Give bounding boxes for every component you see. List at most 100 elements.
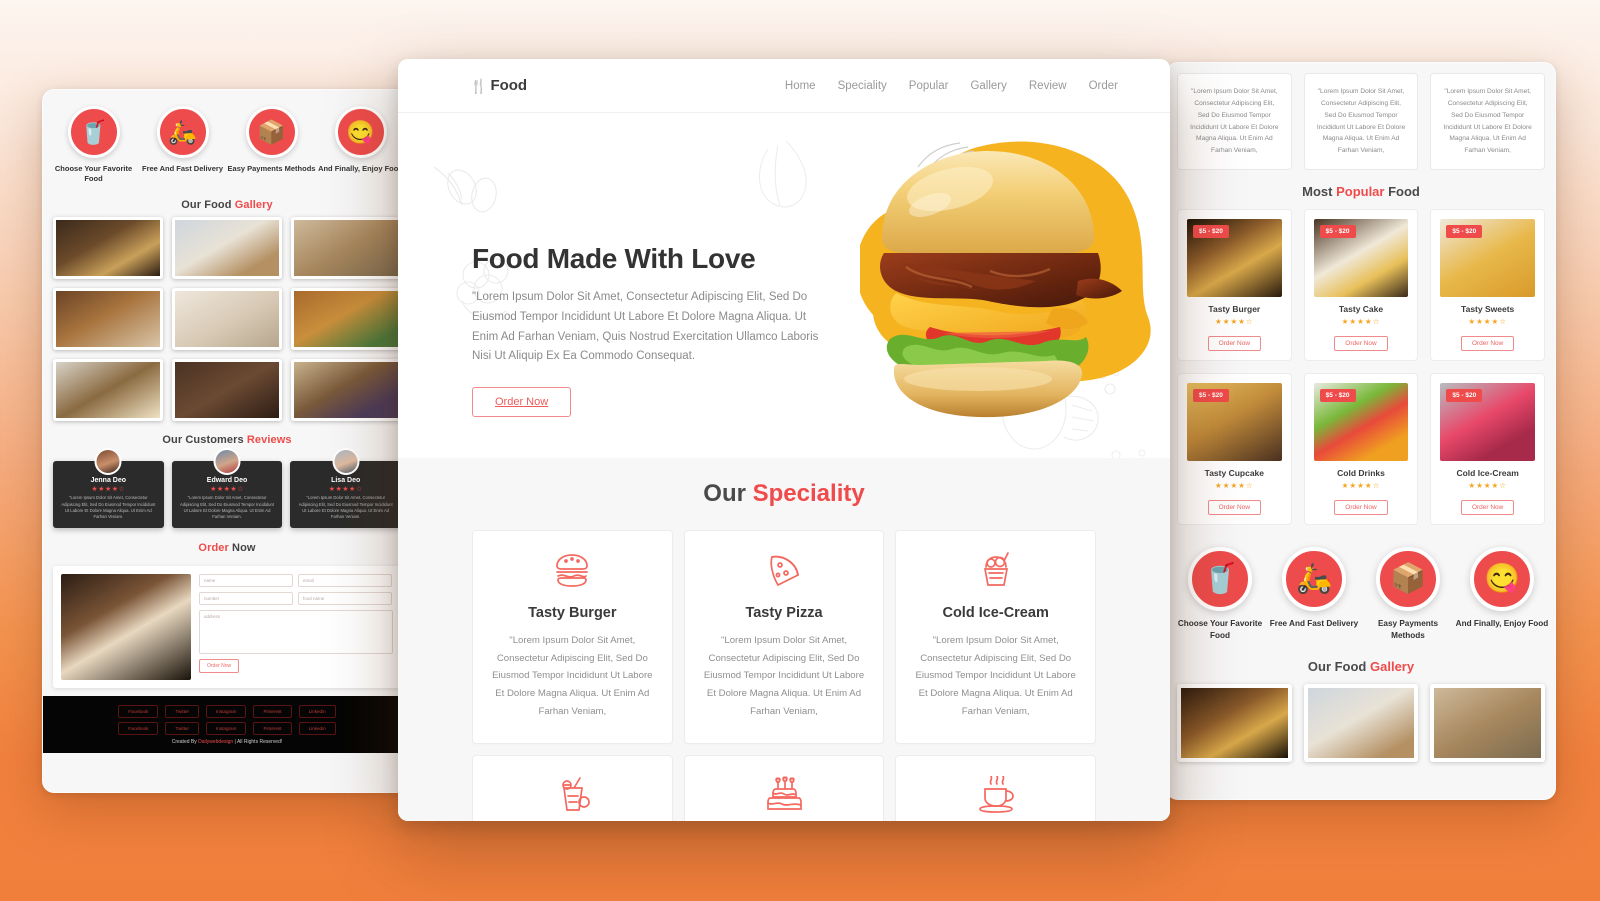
service-item[interactable]: 🥤 Choose Your Favorite Food [49, 106, 138, 184]
product-card[interactable]: $5 - $20 Cold Ice-Cream ★★★★☆ Order Now [1430, 373, 1545, 526]
name-field[interactable]: name [199, 574, 293, 588]
speciality-card-healty-breakfast[interactable]: Healty Breakfast "Lorem Ipsum Dolor Sit … [895, 754, 1096, 821]
review-card: Edward Deo ★★★★☆ "Lorem Ipsum Dolor Sit … [171, 448, 283, 529]
left-reviews-row: Jenna Deo ★★★★☆ "Lorem Ipsum Dolor Sit A… [43, 448, 411, 529]
icon-glyph: 🛵 [168, 118, 197, 145]
social-link-linkedin[interactable]: Linkedin [298, 722, 336, 736]
gallery-thumb[interactable] [1177, 684, 1292, 763]
order-submit-button[interactable]: Order Now [199, 659, 240, 674]
brand-logo[interactable]: 🍴 Food [470, 77, 527, 94]
service-label: Choose Your Favorite Food [1177, 619, 1263, 640]
order-now-button[interactable]: Order Now [1207, 336, 1262, 352]
gallery-thumb[interactable] [172, 217, 282, 280]
speciality-text: "Lorem Ipsum Dolor Sit Amet, Consectetur… [492, 635, 653, 717]
nav-item-gallery[interactable]: Gallery [970, 80, 1006, 92]
coffee-cup-icon [912, 774, 1079, 820]
delivery-scooter-icon: 🛵 [1282, 547, 1346, 612]
social-link-twitter[interactable]: Twitter [165, 705, 199, 719]
left-gallery-heading: Our Food Gallery [43, 190, 411, 217]
gallery-thumb[interactable] [172, 288, 282, 351]
service-item[interactable]: 😋 And Finally, Enjoy Food [1455, 547, 1549, 641]
avatar [332, 448, 360, 476]
product-card[interactable]: $5 - $20 Tasty Cupcake ★★★★☆ Order Now [1177, 373, 1292, 526]
sweets-photo: $5 - $20 [1440, 219, 1535, 298]
decorative-crumbs [1111, 449, 1146, 458]
food-name-field[interactable]: food name [298, 592, 392, 606]
product-name: Tasty Sweets [1461, 304, 1515, 315]
nav-item-speciality[interactable]: Speciality [838, 80, 887, 92]
speciality-text: "Lorem Ipsum Dolor Sit Amet, Consectetur… [703, 635, 865, 717]
speciality-card-tasty-pizza[interactable]: Tasty Pizza "Lorem Ipsum Dolor Sit Amet,… [683, 530, 885, 744]
left-gallery-grid [43, 217, 411, 422]
social-link-instagram[interactable]: Instagram [206, 722, 247, 736]
speciality-card[interactable]: "Lorem Ipsum Dolor Sit Amet, Consectetur… [1177, 73, 1292, 171]
service-item[interactable]: 🥤 Choose Your Favorite Food [1173, 547, 1267, 641]
social-link-pinterest[interactable]: Pinterest [253, 705, 292, 719]
speciality-card-cold-drinks[interactable]: Cold Drinks "Lorem Ipsum Dolor Sit Amet,… [472, 754, 673, 821]
rating-stars: ★★★★☆ [1468, 481, 1507, 491]
main-nav: Home Speciality Popular Gallery Review O… [785, 80, 1118, 92]
review-name: Jenna Deo [90, 477, 127, 485]
brand-name: Food [490, 77, 528, 94]
gallery-thumb[interactable] [291, 359, 401, 422]
speciality-card-tasty-sweets[interactable]: Tasty Sweets "Lorem Ipsum Dolor Sit Amet… [683, 754, 885, 821]
foreground-browser-window[interactable]: 🍴 Food Home Speciality Popular Gallery R… [398, 59, 1170, 821]
social-link-linkedin[interactable]: Linkedin [298, 705, 336, 719]
social-link-pinterest[interactable]: Pinterest [253, 722, 292, 736]
background-window-right[interactable]: "Lorem Ipsum Dolor Sit Amet, Consectetur… [1166, 62, 1556, 800]
gallery-thumb[interactable] [291, 217, 401, 280]
price-badge: $5 - $20 [1446, 389, 1483, 403]
gallery-thumb[interactable] [1430, 684, 1545, 763]
order-now-button[interactable]: Order Now [1207, 500, 1262, 516]
order-now-button[interactable]: Order Now [1460, 336, 1515, 352]
service-item[interactable]: 📦 Easy Payments Methods [1361, 547, 1455, 641]
order-now-button[interactable]: Order Now [1334, 500, 1388, 516]
social-link-twitter[interactable]: Twitter [165, 722, 199, 736]
product-card[interactable]: $5 - $20 Cold Drinks ★★★★☆ Order Now [1303, 373, 1419, 526]
nav-item-order[interactable]: Order [1089, 80, 1118, 92]
service-label: And Finally, Enjoy Food [318, 164, 403, 173]
nav-item-popular[interactable]: Popular [909, 80, 949, 92]
gallery-thumb[interactable] [53, 217, 163, 280]
service-item[interactable]: 😋 And Finally, Enjoy Food [316, 106, 405, 184]
footer-credit: Created By Dailywebdesign | All Rights R… [53, 739, 401, 745]
service-item[interactable]: 🛵 Free And Fast Delivery [138, 106, 227, 184]
email-field[interactable]: email [298, 574, 392, 588]
speciality-card[interactable]: "Lorem Ipsum Dolor Sit Amet, Consectetur… [1303, 73, 1419, 171]
speciality-card[interactable]: "Lorem Ipsum Dolor Sit Amet, Consectetur… [1430, 73, 1546, 171]
left-services-row: 🥤 Choose Your Favorite Food 🛵 Free And F… [43, 90, 411, 190]
product-card[interactable]: $5 - $20 Tasty Sweets ★★★★☆ Order Now [1430, 209, 1545, 362]
gallery-thumb[interactable] [172, 359, 282, 422]
pizza-icon [701, 551, 868, 595]
number-field[interactable]: number [199, 592, 293, 606]
address-field[interactable]: address [199, 610, 393, 655]
order-now-button[interactable]: Order Now [1460, 500, 1515, 516]
social-link-facebook[interactable]: Facebook [118, 705, 159, 719]
delivery-scooter-icon: 🛵 [156, 106, 209, 158]
nav-item-review[interactable]: Review [1029, 80, 1067, 92]
order-now-button[interactable]: Order Now [1334, 336, 1388, 352]
credit-brand[interactable]: Dailywebdesign [198, 739, 233, 745]
gallery-thumb[interactable] [53, 359, 163, 422]
right-gallery-grid [1167, 684, 1555, 763]
nav-item-home[interactable]: Home [785, 80, 816, 92]
review-card: Lisa Deo ★★★★☆ "Lorem Ipsum Dolor Sit Am… [290, 448, 402, 529]
gallery-thumb[interactable] [53, 288, 163, 351]
service-item[interactable]: 📦 Easy Payments Methods [227, 106, 316, 184]
social-link-instagram[interactable]: Instagram [206, 705, 247, 719]
product-card[interactable]: $5 - $20 Tasty Cake ★★★★☆ Order Now [1303, 209, 1419, 362]
product-name: Tasty Cupcake [1204, 468, 1265, 479]
social-link-facebook[interactable]: Facebook [118, 722, 159, 736]
gallery-thumb[interactable] [291, 288, 401, 351]
product-card[interactable]: $5 - $20 Tasty Burger ★★★★☆ Order Now [1177, 209, 1292, 362]
avatar [94, 448, 122, 476]
person-eating-icon: 😋 [334, 106, 387, 158]
review-card: Jenna Deo ★★★★☆ "Lorem Ipsum Dolor Sit A… [53, 448, 164, 529]
service-item[interactable]: 🛵 Free And Fast Delivery [1267, 547, 1361, 641]
gallery-thumb[interactable] [1303, 684, 1419, 763]
speciality-card-tasty-burger[interactable]: Tasty Burger "Lorem Ipsum Dolor Sit Amet… [472, 530, 673, 744]
background-window-left[interactable]: 🥤 Choose Your Favorite Food 🛵 Free And F… [42, 89, 412, 793]
speciality-card-cold-ice-cream[interactable]: Cold Ice-Cream "Lorem Ipsum Dolor Sit Am… [895, 530, 1096, 744]
left-order-card: name email number food name address Orde… [53, 566, 401, 689]
hero-order-now-button[interactable]: Order Now [472, 387, 572, 418]
